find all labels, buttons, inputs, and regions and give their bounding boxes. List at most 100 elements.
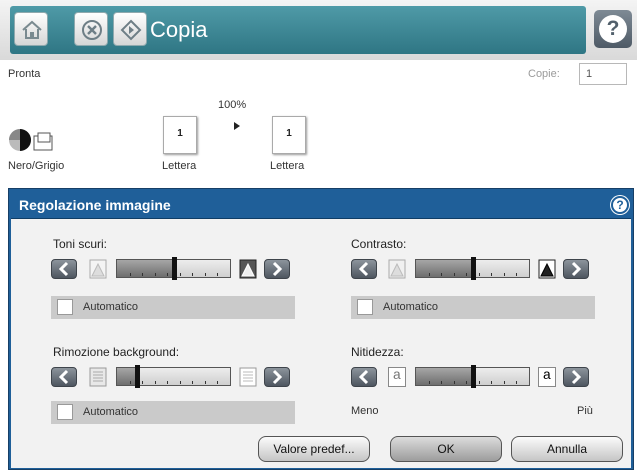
copies-field[interactable]: 1 <box>579 63 627 85</box>
slider-tick <box>479 381 480 384</box>
zoom-level: 100% <box>218 99 247 111</box>
slider-tick <box>454 273 455 276</box>
sharpness-max-label: Più <box>577 405 593 417</box>
sharpness-label: Nitidezza: <box>351 345 404 359</box>
slider-tick <box>142 381 143 384</box>
sharpness-low-icon: a <box>388 367 406 387</box>
checkbox[interactable] <box>57 299 73 315</box>
background-label: Rimozione background: <box>53 345 180 359</box>
slider-tick <box>491 273 492 276</box>
darkness-increase-button[interactable] <box>264 259 290 279</box>
sharpness-slider[interactable] <box>415 365 530 388</box>
background-thumb[interactable] <box>135 365 140 388</box>
chevron-left-icon <box>358 369 369 385</box>
original-size-label: Lettera <box>162 160 197 172</box>
background-auto-label: Automatico <box>83 406 139 418</box>
home-button[interactable] <box>14 12 48 46</box>
chevron-right-icon <box>272 369 283 385</box>
background-decrease-button[interactable] <box>51 367 77 387</box>
color-mode-label: Nero/Grigio <box>8 160 65 172</box>
help-icon: ? <box>599 15 627 43</box>
slider-ticks <box>416 381 529 384</box>
dialog-help-icon[interactable]: ? <box>611 196 629 214</box>
slider-tick <box>155 273 156 276</box>
background-slider[interactable] <box>116 365 231 388</box>
color-mode-icon <box>9 129 53 151</box>
slider-ticks <box>117 273 230 276</box>
low-contrast-icon <box>388 259 406 279</box>
slider-tick <box>217 381 218 384</box>
contrast-auto-checkbox[interactable]: Automatico <box>351 296 595 319</box>
slider-tick <box>167 381 168 384</box>
darkness-label: Toni scuri: <box>53 237 108 251</box>
sharpness-min-label: Meno <box>351 405 379 417</box>
slider-tick <box>217 273 218 276</box>
start-icon <box>120 19 142 41</box>
ok-button[interactable]: OK <box>390 436 502 462</box>
dialog-title: Regolazione immagine <box>19 197 171 213</box>
app-title: Copia <box>150 17 208 42</box>
copies-label: Copie: <box>528 68 560 80</box>
output-page-icon: 1 <box>272 116 306 154</box>
sharpness-increase-button[interactable] <box>563 367 589 387</box>
chevron-right-icon <box>571 369 582 385</box>
slider-tick <box>516 273 517 276</box>
background-auto-checkbox[interactable]: Automatico <box>51 401 295 424</box>
top-bar: Copia ? <box>0 0 637 60</box>
sharpness-decrease-button[interactable] <box>351 367 377 387</box>
high-contrast-icon <box>538 259 556 279</box>
darkness-auto-checkbox[interactable]: Automatico <box>51 296 295 319</box>
contrast-auto-label: Automatico <box>383 301 439 313</box>
cancel-button[interactable]: Annulla <box>511 436 623 462</box>
slider-tick <box>180 273 181 276</box>
slider-tick <box>466 273 467 276</box>
contrast-label: Contrasto: <box>351 237 407 251</box>
slider-tick <box>205 273 206 276</box>
color-mode-button[interactable] <box>8 128 72 161</box>
slider-tick <box>504 381 505 384</box>
slider-ticks <box>416 273 529 276</box>
slider-tick <box>130 273 131 276</box>
darkness-slider[interactable] <box>116 257 231 280</box>
status-text: Pronta <box>8 68 41 80</box>
darkness-decrease-button[interactable] <box>51 259 77 279</box>
slider-tick <box>180 381 181 384</box>
slider-tick <box>142 273 143 276</box>
slider-ticks <box>117 381 230 384</box>
slider-tick <box>429 381 430 384</box>
help-button[interactable]: ? <box>594 10 632 48</box>
dialog-body: Toni scuri: Automatico Contrasto: Automa… <box>11 218 631 468</box>
contrast-decrease-button[interactable] <box>351 259 377 279</box>
checkbox[interactable] <box>57 404 73 420</box>
stop-button[interactable] <box>74 12 108 46</box>
sharpness-high-icon: a <box>538 367 556 387</box>
slider-tick <box>130 381 131 384</box>
output-size-label: Lettera <box>270 160 305 172</box>
background-high-icon <box>239 367 257 387</box>
darkness-auto-label: Automatico <box>83 301 139 313</box>
slider-tick <box>155 381 156 384</box>
contrast-slider[interactable] <box>415 257 530 280</box>
slider-tick <box>205 381 206 384</box>
original-page-icon: 1 <box>163 116 197 154</box>
contrast-thumb[interactable] <box>471 257 476 280</box>
sharpness-thumb[interactable] <box>471 365 476 388</box>
slider-tick <box>491 381 492 384</box>
slider-tick <box>441 381 442 384</box>
slider-tick <box>516 381 517 384</box>
contrast-increase-button[interactable] <box>563 259 589 279</box>
slider-tick <box>466 381 467 384</box>
slider-tick <box>192 273 193 276</box>
start-button[interactable] <box>113 12 147 46</box>
chevron-right-icon <box>571 261 582 277</box>
background-increase-button[interactable] <box>264 367 290 387</box>
darkness-thumb[interactable] <box>172 257 177 280</box>
home-icon <box>22 20 42 39</box>
arrow-right-icon <box>234 122 240 130</box>
checkbox[interactable] <box>357 299 373 315</box>
chevron-left-icon <box>58 261 69 277</box>
chevron-right-icon <box>272 261 283 277</box>
chevron-left-icon <box>358 261 369 277</box>
defaults-button[interactable]: Valore predef... <box>258 436 370 462</box>
slider-tick <box>192 381 193 384</box>
